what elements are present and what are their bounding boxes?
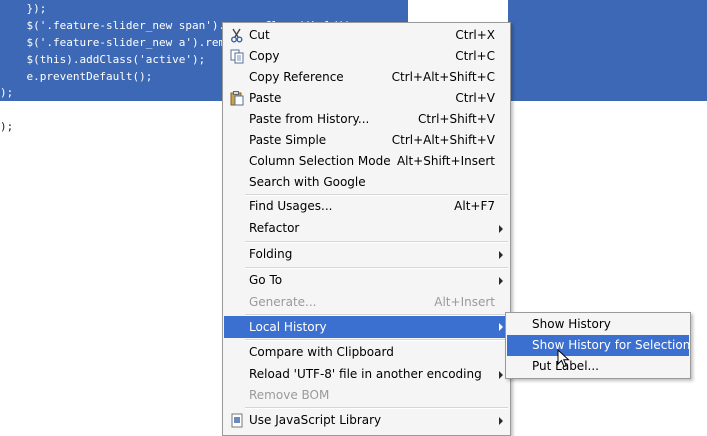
submenu-arrow-icon — [499, 225, 503, 233]
submenu-arrow-icon — [499, 371, 503, 379]
paste-icon — [229, 91, 245, 106]
menu-item-go-to[interactable]: Go To — [224, 270, 509, 291]
selection-highlight — [508, 0, 707, 17]
selection-highlight — [508, 68, 707, 85]
menu-item-paste-simple[interactable]: Paste Simple Ctrl+Alt+Shift+V — [224, 130, 509, 151]
editor-context-menu: Cut Ctrl+X Copy Ctrl+C Copy Reference Ct… — [222, 22, 511, 436]
selection-highlight — [508, 17, 707, 34]
menu-item-find-usages[interactable]: Find Usages... Alt+F7 — [224, 196, 509, 217]
submenu-item-show-history-for-selection[interactable]: Show History for Selection — [507, 335, 690, 356]
menu-item-paste[interactable]: Paste Ctrl+V — [224, 88, 509, 109]
submenu-arrow-icon — [499, 323, 503, 331]
selection-highlight — [508, 84, 707, 101]
menu-item-copy-reference[interactable]: Copy Reference Ctrl+Alt+Shift+C — [224, 67, 509, 88]
selection-highlight — [508, 34, 707, 51]
submenu-arrow-icon — [499, 277, 503, 285]
menu-item-remove-bom[interactable]: Remove BOM — [224, 385, 509, 406]
menu-item-column-selection-mode[interactable]: Column Selection Mode Alt+Shift+Insert — [224, 151, 509, 172]
menu-item-compare-with-clipboard[interactable]: Compare with Clipboard — [224, 342, 509, 363]
menu-separator — [245, 339, 508, 341]
menu-separator — [245, 267, 508, 269]
menu-separator — [245, 407, 508, 409]
menu-item-refactor[interactable]: Refactor — [224, 218, 509, 239]
menu-item-reload-in-encoding[interactable]: Reload 'UTF-8' file in another encoding — [224, 364, 509, 385]
scissors-icon — [229, 28, 245, 43]
selection-highlight — [508, 51, 707, 68]
menu-item-use-javascript-library[interactable]: Use JavaScript Library — [224, 410, 509, 431]
menu-separator — [245, 241, 508, 243]
menu-item-paste-from-history[interactable]: Paste from History... Ctrl+Shift+V — [224, 109, 509, 130]
copy-icon — [229, 49, 245, 64]
javascript-library-icon — [229, 413, 245, 428]
submenu-arrow-icon — [499, 251, 503, 259]
menu-item-generate[interactable]: Generate... Alt+Insert — [224, 292, 509, 313]
menu-item-local-history[interactable]: Local History — [224, 316, 509, 338]
code-line[interactable]: }); — [0, 0, 408, 17]
menu-item-folding[interactable]: Folding — [224, 244, 509, 265]
mouse-cursor-icon — [557, 348, 571, 369]
submenu-arrow-icon — [499, 417, 503, 425]
local-history-submenu: Show History Show History for Selection … — [505, 312, 691, 379]
submenu-item-put-label[interactable]: Put Label... — [507, 356, 689, 377]
menu-item-cut[interactable]: Cut Ctrl+X — [224, 25, 509, 46]
menu-item-copy[interactable]: Copy Ctrl+C — [224, 46, 509, 67]
submenu-item-show-history[interactable]: Show History — [507, 314, 689, 335]
menu-item-search-with-google[interactable]: Search with Google — [224, 172, 509, 193]
